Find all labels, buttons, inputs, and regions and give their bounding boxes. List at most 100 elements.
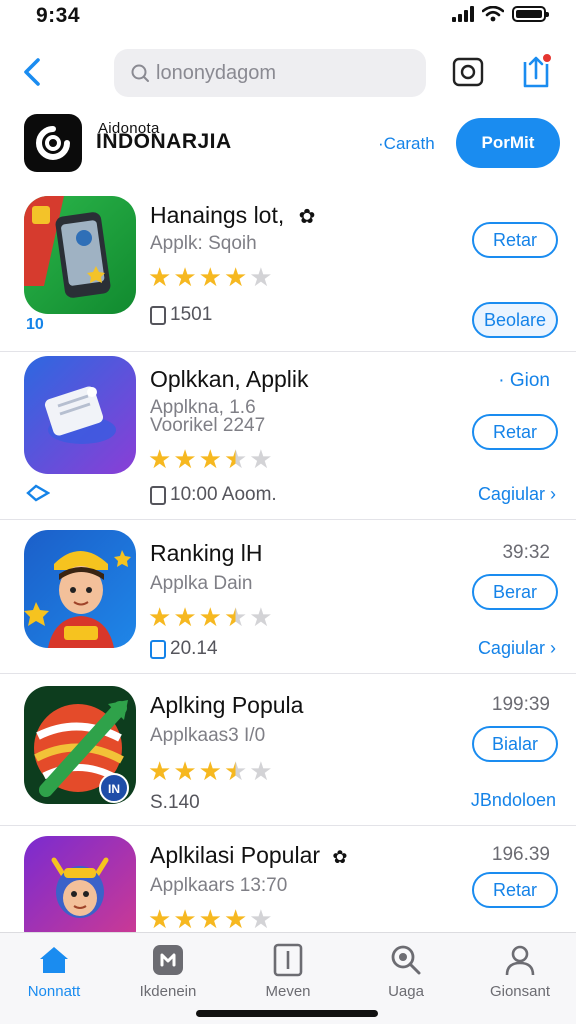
app-meta: 10:00 Aoom. — [150, 484, 277, 506]
app-badge: 10 — [26, 316, 44, 333]
character-icon — [24, 550, 131, 648]
app-subtitle-secondary: Voorikel 2247 — [150, 415, 266, 436]
star-icon: ★ — [223, 904, 248, 932]
status-icons — [452, 6, 549, 22]
camera-button[interactable] — [452, 56, 484, 88]
star-half-icon: ★ — [223, 602, 248, 632]
app-title: Hanaings lot, ✿ — [150, 202, 316, 228]
get-button[interactable]: Berar — [472, 574, 558, 610]
home-icon — [40, 947, 68, 973]
ball-icon: IN — [34, 700, 129, 803]
app-title: Aplkilasi Popular ✿ — [150, 842, 348, 868]
phone-icon — [24, 196, 111, 298]
star-icon: ★ — [148, 262, 172, 292]
wifi-icon — [482, 6, 504, 22]
star-icon: ★ — [173, 262, 197, 292]
robot-icon — [51, 857, 109, 918]
settings-icon: ✿ — [332, 847, 348, 867]
signal-icon — [452, 6, 474, 22]
star-icon: ★ — [249, 602, 273, 632]
app-subtitle: Applk: Sqoih — [150, 233, 257, 254]
get-button[interactable]: Retar — [472, 872, 558, 908]
tab-account[interactable]: Gionsant — [470, 943, 570, 1000]
tab-apps[interactable]: Ikdenein — [118, 943, 218, 1000]
publisher-name: INDONARJIA — [96, 130, 232, 153]
star-icon: ★ — [198, 756, 222, 786]
status-time: 9:34 — [36, 4, 81, 27]
get-button[interactable]: Bialar — [472, 726, 558, 762]
back-button[interactable] — [18, 52, 50, 92]
app-title: Ranking lH — [150, 540, 263, 566]
app-icon-character[interactable] — [24, 530, 136, 648]
document-icon — [44, 386, 116, 444]
star-rating: ★ ★ ★ ★ ★ — [148, 264, 273, 290]
book-icon — [273, 943, 303, 977]
tab-label: Meven — [265, 983, 311, 1000]
share-button[interactable] — [519, 52, 553, 90]
search-icon — [131, 64, 149, 82]
see-more-link[interactable]: JBndoloen — [471, 790, 556, 811]
app-right-text: 199:39 — [491, 694, 550, 715]
star-icon: ★ — [249, 444, 273, 474]
star-icon: ★ — [173, 756, 197, 786]
star-icon: ★ — [173, 444, 197, 474]
see-more-link[interactable]: Cagiular › — [478, 484, 556, 505]
search-icon — [391, 945, 421, 975]
app-subtitle: Applkaars 13:70 — [150, 875, 288, 896]
star-icon: ★ — [198, 444, 222, 474]
app-icon-ball[interactable]: IN — [24, 686, 136, 804]
app-icon-robot[interactable] — [24, 836, 136, 932]
app-right-text: · Gion — [498, 370, 550, 391]
tab-label: Nonnatt — [27, 983, 81, 1000]
status-bar: 9:34 — [0, 0, 576, 34]
app-row[interactable]: Aplkilasi Popular ✿ Applkaars 13:70 ★ ★ … — [0, 826, 576, 932]
app-subtitle: Applka Dain — [150, 573, 253, 594]
star-rating: ★ ★ ★ ★ ★ — [148, 906, 273, 932]
app-subtitle: Applkaas3 I/0 — [150, 725, 266, 746]
star-icon: ★ — [198, 602, 222, 632]
publisher-header: Aidonota INDONARJIA ·Carath PorMit — [0, 112, 576, 174]
app-row[interactable]: Ranking lH Applka Dain ★ ★ ★ ★ ★ 20.14 3… — [0, 520, 576, 674]
publisher-logo-icon — [36, 126, 70, 160]
app-row[interactable]: IN Aplking Popula Applkaas3 I/0 ★ ★ ★ ★ … — [0, 674, 576, 826]
battery-icon — [512, 6, 549, 22]
app-icon-document[interactable] — [24, 356, 136, 474]
star-icon: ★ — [148, 756, 172, 786]
publisher-link[interactable]: ·Carath — [378, 134, 435, 154]
star-icon: ★ — [198, 262, 222, 292]
tab-label: Gionsant — [489, 983, 551, 1000]
search-field[interactable]: lononydagom — [114, 49, 426, 97]
svg-text:IN: IN — [108, 782, 120, 796]
star-icon: ★ — [249, 756, 273, 786]
app-title: Oplkkan, Applik — [150, 366, 309, 392]
app-meta: 20.14 — [150, 638, 218, 660]
link-icon — [26, 484, 50, 502]
secondary-button[interactable]: Beolare — [472, 302, 558, 338]
tab-search[interactable]: Uaga — [356, 943, 456, 1000]
star-icon: ★ — [173, 602, 197, 632]
star-half-icon: ★ — [223, 756, 248, 786]
star-icon: ★ — [173, 904, 197, 932]
nav-bar: lononydagom — [0, 44, 576, 102]
see-more-link[interactable]: Cagiular › — [478, 638, 556, 659]
notification-dot — [541, 52, 553, 64]
app-row[interactable]: Oplkkan, Applik Applkna, 1.6 Voorikel 22… — [0, 352, 576, 520]
star-icon: ★ — [148, 444, 172, 474]
app-meta: 1501 — [150, 304, 212, 326]
star-icon: ★ — [198, 904, 222, 932]
get-button[interactable]: Retar — [472, 222, 558, 258]
tab-library[interactable]: Meven — [238, 943, 338, 1000]
star-icon: ★ — [249, 262, 273, 292]
follow-button[interactable]: PorMit — [456, 118, 560, 168]
tab-label: Uaga — [388, 983, 424, 1000]
star-icon: ★ — [148, 904, 172, 932]
file-icon — [150, 305, 166, 325]
get-button[interactable]: Retar — [472, 414, 558, 450]
search-placeholder: lononydagom — [156, 61, 277, 84]
app-row[interactable]: 10 Hanaings lot, ✿ Applk: Sqoih ★ ★ ★ ★ … — [0, 186, 576, 352]
star-half-icon: ★ — [223, 444, 248, 474]
tab-home[interactable]: Nonnatt — [4, 943, 104, 1000]
home-indicator[interactable] — [196, 1010, 378, 1017]
chevron-right-icon: › — [550, 638, 556, 658]
app-icon-phone[interactable] — [24, 196, 136, 314]
